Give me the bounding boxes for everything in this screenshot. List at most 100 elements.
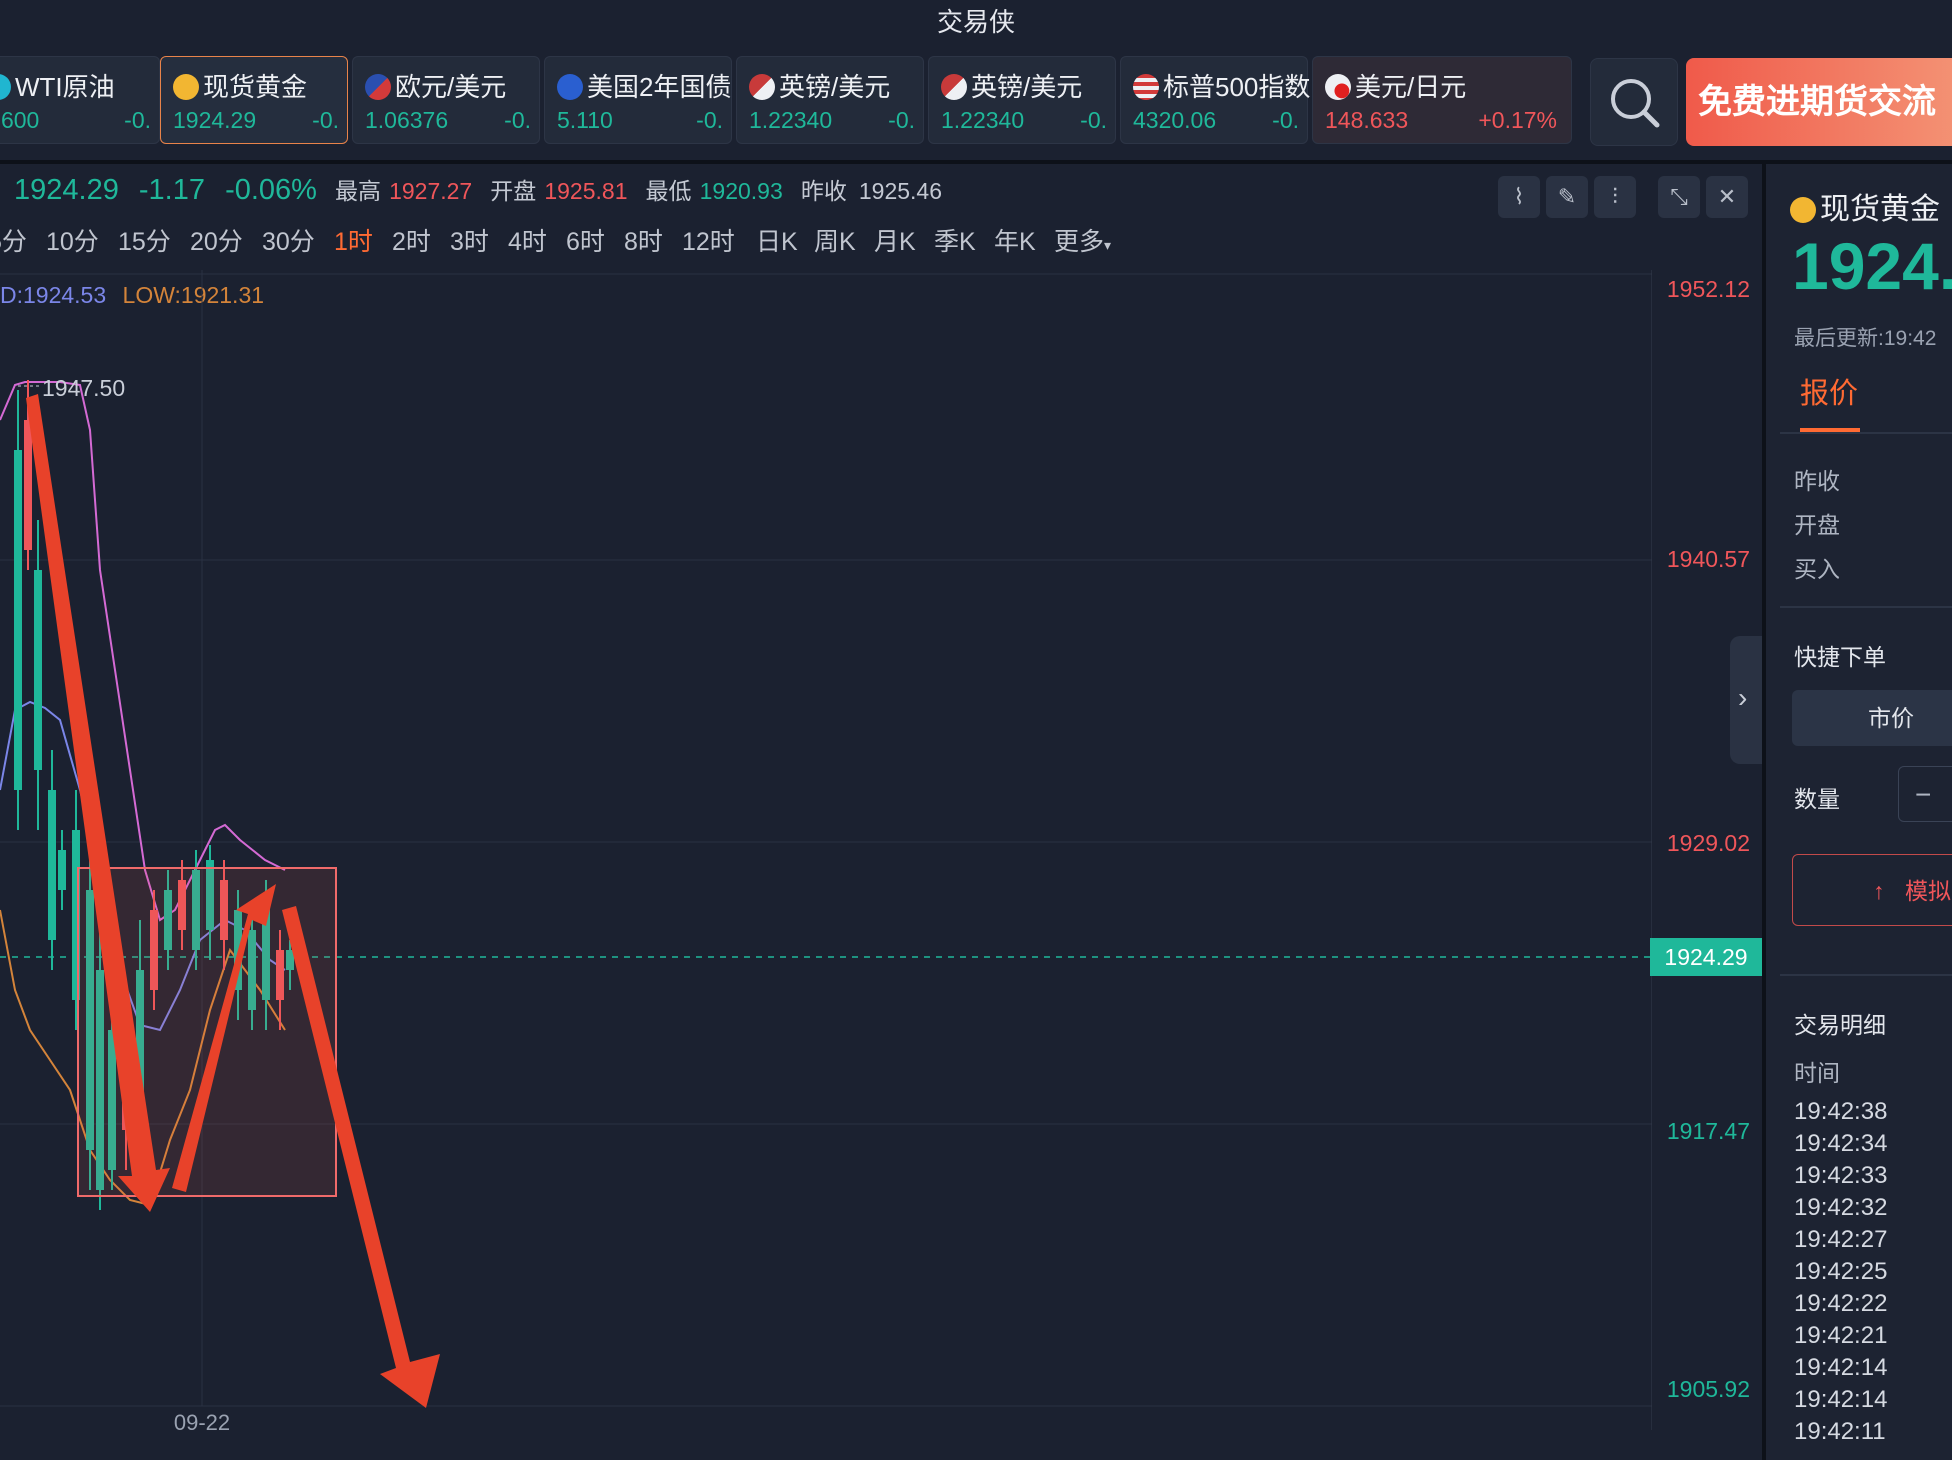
prev-close-label: 昨收: [800, 178, 847, 204]
caret-down-icon: ▾: [1104, 237, 1112, 253]
close-icon: ✕: [1717, 184, 1737, 209]
trade-time: 19:42:14: [1794, 1354, 1888, 1381]
quick-order-title: 快捷下单: [1794, 644, 1886, 670]
trade-time: 19:42:34: [1794, 1130, 1888, 1157]
open-label: 开盘: [1794, 512, 1840, 538]
bar-chart-icon: [557, 74, 583, 100]
period-tab-active[interactable]: 1时: [334, 222, 373, 258]
candle-type-button[interactable]: ⫶: [1594, 176, 1636, 218]
simulate-trade-button[interactable]: ↑ 模拟: [1792, 854, 1952, 926]
high-value: 1927.27: [389, 178, 473, 204]
quantity-label: 数量: [1794, 786, 1840, 812]
ticker-price: 5.110: [557, 107, 613, 133]
trade-time: 19:42:32: [1794, 1194, 1888, 1221]
period-tab[interactable]: 月K: [874, 222, 916, 258]
period-tab[interactable]: 5分: [0, 222, 27, 258]
simulate-label: 模拟: [1905, 878, 1951, 904]
gold-icon: [1790, 197, 1816, 223]
period-tab[interactable]: 周K: [814, 222, 856, 258]
ticker-price: 4320.06: [1133, 107, 1217, 133]
ticker-name: 美元/日元: [1355, 72, 1467, 102]
panel-title-text: 现货黄金: [1820, 193, 1940, 226]
trade-time: 19:42:27: [1794, 1226, 1888, 1253]
indicator-tool-button[interactable]: ⌇: [1498, 176, 1540, 218]
period-tab[interactable]: 15分: [118, 222, 171, 258]
ticker-wti[interactable]: WTI原油 9.5600 -0.: [0, 56, 160, 144]
open-value: 1925.81: [544, 178, 628, 204]
trade-time: 19:42:11: [1794, 1418, 1886, 1445]
search-button[interactable]: [1590, 58, 1678, 146]
price-chart[interactable]: 1947.50 1952.12 1940.57 1929.02 1917.47 …: [0, 270, 1652, 1430]
ticker-change: -0.: [312, 107, 339, 133]
ticker-gold[interactable]: 现货黄金 1924.29 -0.: [160, 56, 348, 144]
ticker-price: 1924.29: [173, 107, 257, 133]
gold-icon: [173, 74, 199, 100]
ticker-price: 1.22340: [749, 107, 833, 133]
ticker-change: -0.: [888, 107, 915, 133]
y-tick: 1952.12: [1666, 276, 1750, 302]
ticker-name: 英镑/美元: [779, 72, 891, 102]
promo-text: 免费进期货交流: [1698, 83, 1936, 121]
ticker-change: -0.: [504, 107, 531, 133]
pencil-icon: ✎: [1557, 184, 1577, 209]
quote-panel: 现货黄金 1924.2 最后更新:19:42 报价 昨收 开盘 买入 快捷下单 …: [1766, 164, 1952, 1460]
market-order-button[interactable]: 市价: [1792, 690, 1952, 746]
divider: [1780, 606, 1952, 608]
ticker-spx[interactable]: 标普500指数 4320.06 -0.: [1120, 56, 1310, 144]
period-tab[interactable]: 4时: [508, 222, 547, 258]
quantity-minus-button[interactable]: −: [1898, 766, 1952, 822]
y-axis-labels: 1952.12 1940.57 1929.02 1924.29 1917.47 …: [1650, 270, 1762, 1430]
y-tick: 1929.02: [1666, 830, 1750, 856]
period-tab[interactable]: 20分: [190, 222, 243, 258]
collapse-button[interactable]: ⤡: [1658, 176, 1700, 218]
ticker-change: -0.: [1080, 107, 1107, 133]
ticker-change: -0.: [696, 107, 723, 133]
ticker-gbpusd-2[interactable]: 英镑/美元 1.22340 -0.: [928, 56, 1116, 144]
panel-toggle-button[interactable]: ›: [1730, 636, 1764, 764]
ticker-usdjpy[interactable]: 美元/日元 148.633 +0.17%: [1312, 56, 1572, 144]
promo-banner[interactable]: 免费进期货交流: [1686, 58, 1952, 146]
trade-time: 19:42:38: [1794, 1098, 1888, 1125]
app-title: 交易侠: [936, 7, 1015, 37]
divider: [1780, 974, 1952, 976]
period-tab[interactable]: 12时: [682, 222, 735, 258]
trade-time: 19:42:33: [1794, 1162, 1888, 1189]
chart-grid: [0, 270, 1652, 1430]
open-label: 开盘: [490, 178, 537, 204]
period-tab[interactable]: 2时: [392, 222, 431, 258]
trade-time: 19:42:25: [1794, 1258, 1888, 1285]
more-label: 更多: [1054, 228, 1105, 256]
tab-quote[interactable]: 报价: [1800, 370, 1858, 412]
trades-title: 交易明细: [1794, 1012, 1886, 1038]
period-tab[interactable]: 10分: [46, 222, 99, 258]
close-button[interactable]: ✕: [1706, 176, 1748, 218]
period-tab[interactable]: 30分: [262, 222, 315, 258]
period-tab[interactable]: 8时: [624, 222, 663, 258]
us-flag-icon: [1133, 74, 1159, 100]
quote-change-pct: -0.06%: [225, 174, 317, 206]
ticker-price: 1.06376: [365, 107, 449, 133]
y-tick: 1917.47: [1666, 1118, 1750, 1144]
candlestick-icon: ⫶: [1612, 184, 1618, 209]
ticker-name: 现货黄金: [203, 72, 308, 102]
draw-tool-button[interactable]: ✎: [1546, 176, 1588, 218]
period-tab[interactable]: 日K: [756, 222, 798, 258]
ticker-price: 9.5600: [0, 107, 40, 133]
ticker-eurusd[interactable]: 欧元/美元 1.06376 -0.: [352, 56, 540, 144]
ticker-name: 美国2年国债: [587, 72, 732, 102]
ticker-gbpusd[interactable]: 英镑/美元 1.22340 -0.: [736, 56, 924, 144]
arrow-up-icon: ↑: [1873, 878, 1885, 904]
divider: [1780, 432, 1952, 434]
eu-us-flag-icon: [365, 74, 391, 100]
low-value: 1920.93: [699, 178, 783, 204]
period-tab[interactable]: 3时: [450, 222, 489, 258]
uk-us-flag-icon: [749, 74, 775, 100]
ticker-name: WTI原油: [15, 72, 115, 102]
more-periods-dropdown[interactable]: 更多▾: [1054, 222, 1111, 258]
period-tab[interactable]: 6时: [566, 222, 605, 258]
period-tab[interactable]: 季K: [934, 222, 976, 258]
collapse-icon: ⤡: [1670, 184, 1688, 209]
us-jp-flag-icon: [1325, 74, 1351, 100]
ticker-us2y[interactable]: 美国2年国债 5.110 -0.: [544, 56, 732, 144]
period-tab[interactable]: 年K: [994, 222, 1036, 258]
